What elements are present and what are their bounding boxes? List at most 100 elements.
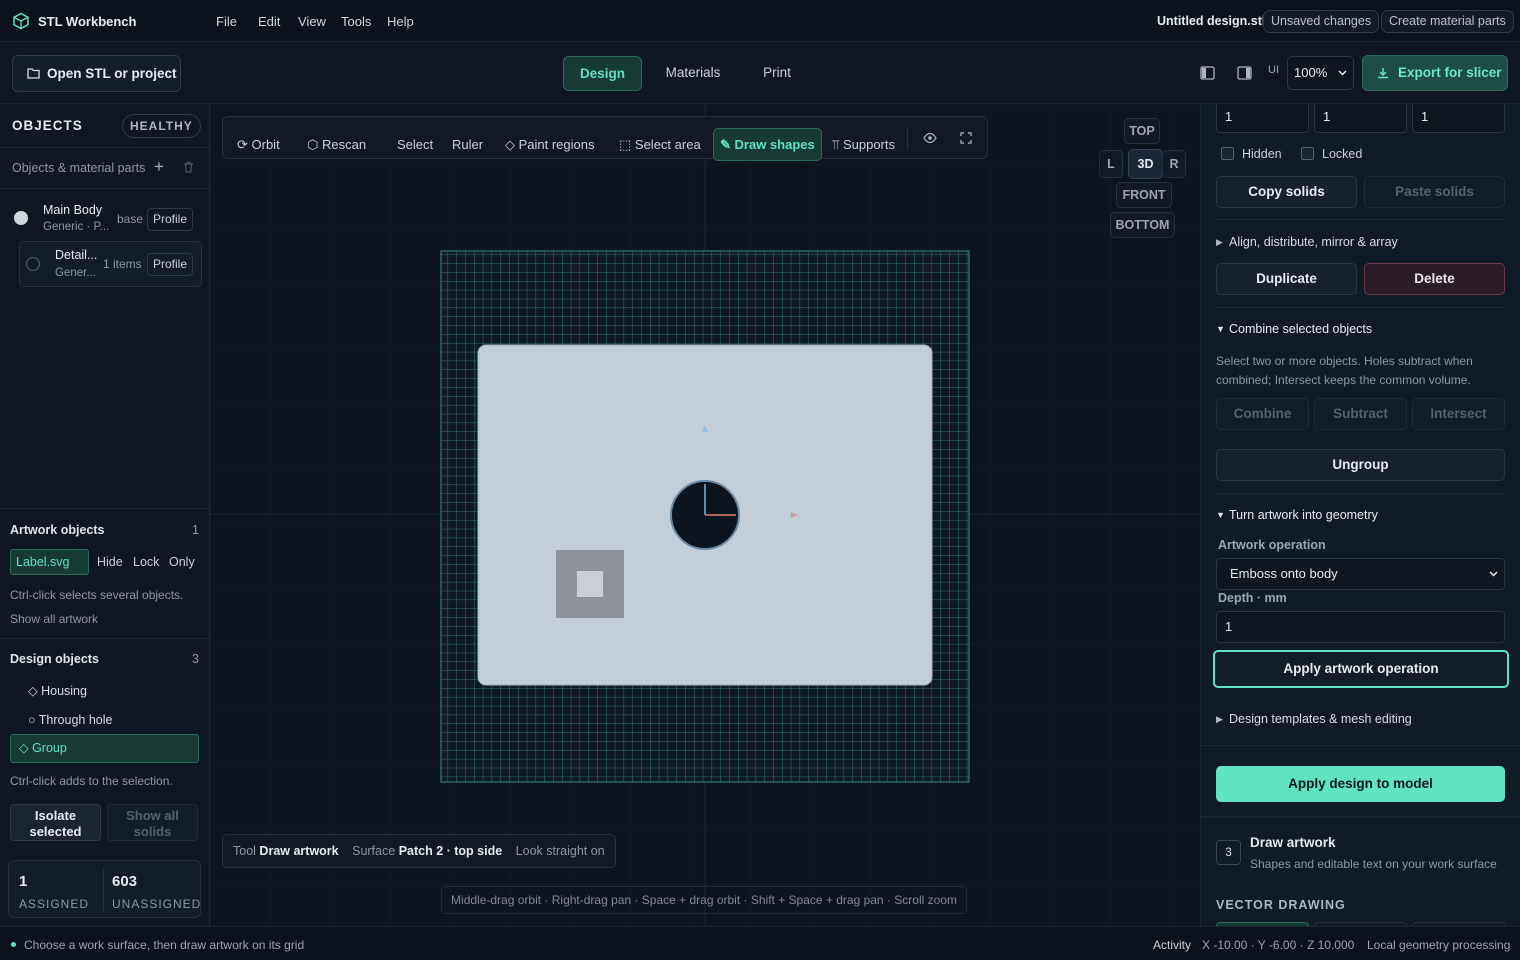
- align-section-toggle[interactable]: Align, distribute, mirror & array: [1229, 235, 1398, 249]
- health-badge: HEALTHY: [122, 114, 201, 138]
- profile-button[interactable]: Profile: [147, 208, 194, 231]
- apply-design-button[interactable]: Apply design to model: [1216, 766, 1505, 802]
- eye-icon[interactable]: [923, 132, 937, 144]
- artwork-title: Artwork objects: [10, 523, 105, 537]
- view-top-button[interactable]: TOP: [1124, 118, 1160, 144]
- profile-button[interactable]: Profile: [147, 253, 194, 276]
- hidden-checkbox[interactable]: [1221, 147, 1234, 160]
- download-icon: [1378, 68, 1388, 79]
- view-front-button[interactable]: FRONT: [1116, 182, 1172, 208]
- navigation-help: Middle-drag orbit · Right-drag pan · Spa…: [441, 886, 967, 914]
- scene-canvas[interactable]: [210, 104, 1200, 926]
- fullscreen-icon[interactable]: [960, 132, 972, 144]
- combine-section-toggle[interactable]: Combine selected objects: [1229, 322, 1372, 336]
- 3d-viewport[interactable]: ⟳ Orbit ⬡ Rescan Select Ruler ◇ Paint re…: [210, 104, 1200, 926]
- menu-tools[interactable]: Tools: [341, 14, 371, 29]
- tool-paint-regions[interactable]: ◇ Paint regions: [499, 128, 601, 161]
- status-dot-icon: [11, 942, 16, 947]
- toggle-right-panel-icon[interactable]: [1237, 66, 1252, 80]
- combine-button[interactable]: Combine: [1216, 398, 1309, 430]
- paste-solids-button[interactable]: Paste solids: [1364, 176, 1505, 208]
- tab-materials[interactable]: Materials: [656, 56, 730, 91]
- scale-z-input[interactable]: 1: [1412, 104, 1505, 133]
- view-bottom-button[interactable]: BOTTOM: [1110, 212, 1175, 238]
- activity-button[interactable]: Activity: [1153, 938, 1191, 952]
- view-left-button[interactable]: L: [1099, 150, 1123, 178]
- processing-mode: Local geometry processing: [1367, 938, 1511, 952]
- intersect-button[interactable]: Intersect: [1412, 398, 1505, 430]
- design-item-through-hole[interactable]: ○ Through hole: [28, 713, 112, 727]
- artwork-item-label-svg[interactable]: Label.svg: [10, 549, 89, 575]
- vector-drawing-title: VECTOR DRAWING: [1216, 898, 1346, 912]
- hide-artwork-button[interactable]: Hide: [97, 555, 123, 569]
- view-3d-button[interactable]: 3D: [1128, 149, 1163, 179]
- create-parts-button[interactable]: Create material parts: [1381, 10, 1514, 33]
- divider: [0, 147, 209, 148]
- supports-icon: ⫪: [832, 137, 843, 152]
- cube-logo-icon: [13, 12, 29, 30]
- trash-icon[interactable]: [183, 161, 194, 173]
- menu-file[interactable]: File: [216, 14, 237, 29]
- locked-checkbox[interactable]: [1301, 147, 1314, 160]
- object-row-detail[interactable]: Detail... Gener... 1 items Profile: [19, 241, 202, 287]
- ui-zoom-select[interactable]: 100%: [1287, 56, 1354, 90]
- lock-artwork-button[interactable]: Lock: [133, 555, 159, 569]
- divider: [103, 869, 104, 911]
- object-row-main-body[interactable]: Main Body Generic · P... base Profile: [8, 198, 202, 242]
- design-item-housing[interactable]: ◇ Housing: [28, 683, 87, 698]
- tab-print[interactable]: Print: [752, 56, 802, 91]
- app-title: STL Workbench: [38, 14, 137, 29]
- caret-right-icon: ▶: [1216, 714, 1223, 724]
- show-all-solids-button[interactable]: Show all solids: [107, 804, 198, 841]
- delete-button[interactable]: Delete: [1364, 263, 1505, 295]
- duplicate-button[interactable]: Duplicate: [1216, 263, 1357, 295]
- apply-artwork-operation-button[interactable]: Apply artwork operation: [1213, 650, 1509, 688]
- object-material: Gener...: [55, 267, 96, 279]
- artwork-operation-select[interactable]: Emboss onto body: [1216, 558, 1505, 590]
- artwork-count: 1: [192, 523, 199, 537]
- tool-rescan[interactable]: ⬡ Rescan: [301, 128, 372, 161]
- divider: [1201, 816, 1520, 818]
- scale-y-input[interactable]: 1: [1314, 104, 1407, 133]
- tool-supports-label: Supports: [842, 137, 896, 152]
- only-artwork-button[interactable]: Only: [169, 555, 195, 569]
- object-name: Detail...: [55, 248, 98, 262]
- toggle-left-panel-icon[interactable]: [1200, 66, 1215, 80]
- export-button[interactable]: Export for slicer: [1362, 55, 1508, 91]
- view-right-button[interactable]: R: [1162, 150, 1186, 178]
- object-material: Generic · P...: [43, 221, 110, 233]
- tab-design[interactable]: Design: [563, 56, 642, 91]
- scale-x-input[interactable]: 1: [1216, 104, 1309, 133]
- artwork-operation-label: Artwork operation: [1218, 538, 1326, 552]
- chevron-down-icon: [1489, 571, 1498, 577]
- depth-input[interactable]: 1: [1216, 611, 1505, 643]
- subtract-button[interactable]: Subtract: [1314, 398, 1407, 430]
- isolate-selected-button[interactable]: Isolate selected: [10, 804, 101, 841]
- tool-orbit[interactable]: ⟳ Orbit: [231, 128, 286, 161]
- menu-help[interactable]: Help: [387, 14, 414, 29]
- tool-select-area[interactable]: ⬚ Select area: [613, 128, 707, 161]
- ungroup-button[interactable]: Ungroup: [1216, 449, 1505, 481]
- tool-supports[interactable]: ⫪ Supports: [826, 128, 901, 161]
- status-bar: Choose a work surface, then draw artwork…: [0, 926, 1520, 960]
- show-all-artwork-link[interactable]: Show all artwork: [10, 612, 98, 626]
- depth-label: Depth · mm: [1218, 591, 1287, 605]
- open-project-button[interactable]: Open STL or project: [12, 55, 181, 92]
- tool-select[interactable]: Select: [391, 128, 439, 161]
- tool-draw-shapes[interactable]: ✎ Draw shapes: [713, 128, 822, 161]
- menu-view[interactable]: View: [298, 14, 326, 29]
- add-icon[interactable]: +: [154, 157, 164, 177]
- menu-edit[interactable]: Edit: [258, 14, 280, 29]
- tool-ruler[interactable]: Ruler: [446, 128, 489, 161]
- artwork-geometry-toggle[interactable]: Turn artwork into geometry: [1229, 508, 1378, 522]
- look-straight-on-button[interactable]: Look straight on: [516, 844, 605, 858]
- assignment-stats: 1 ASSIGNED 603 UNASSIGNED: [8, 860, 201, 918]
- artwork-hint: Ctrl-click selects several objects.: [10, 588, 184, 602]
- unsaved-badge: Unsaved changes: [1263, 10, 1380, 33]
- divider: [0, 508, 209, 509]
- templates-section-toggle[interactable]: Design templates & mesh editing: [1229, 712, 1412, 726]
- object-tag: base: [117, 212, 144, 226]
- design-item-group[interactable]: ◇ Group: [10, 734, 199, 763]
- copy-solids-button[interactable]: Copy solids: [1216, 176, 1357, 208]
- export-label: Export for slicer: [1398, 65, 1502, 80]
